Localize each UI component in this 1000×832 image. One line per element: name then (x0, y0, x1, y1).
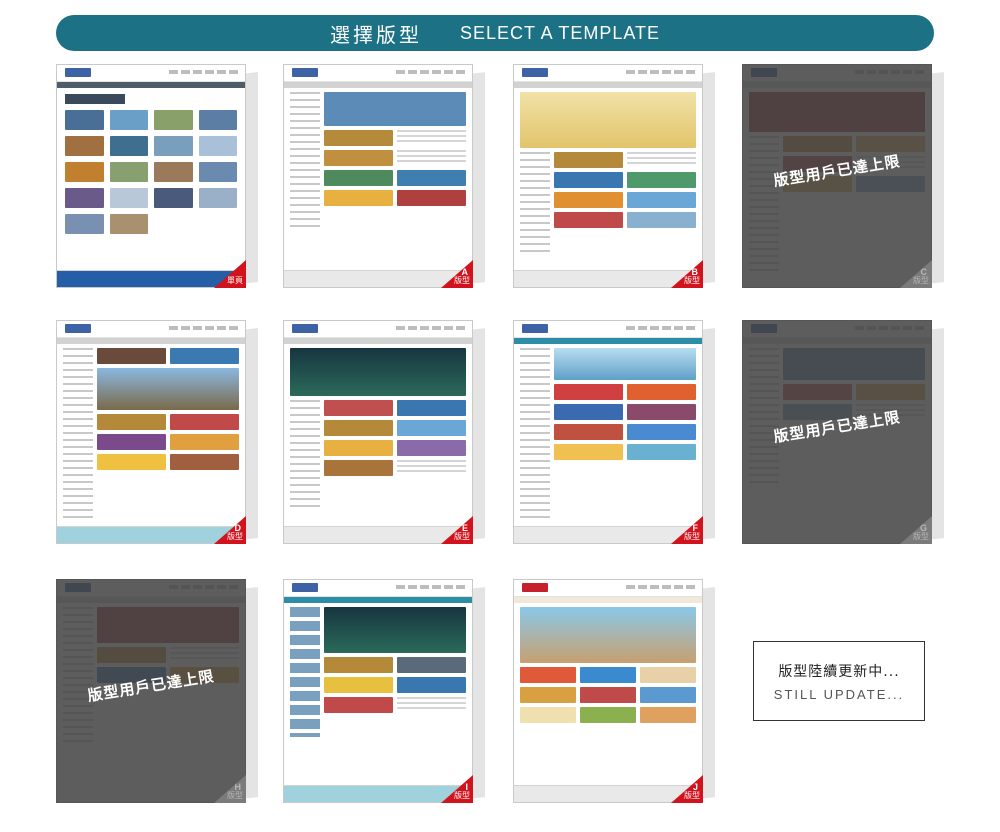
template-card-g: 版型用戶已達上限 G 版型 (742, 320, 944, 544)
template-preview (56, 64, 246, 288)
template-preview (283, 64, 473, 288)
template-preview (283, 579, 473, 803)
page-title-zh: 選擇版型 (329, 22, 422, 47)
template-card-d[interactable]: D 版型 (56, 320, 258, 544)
template-card-i[interactable]: I 版型 (283, 579, 485, 803)
template-card-b[interactable]: B 版型 (513, 64, 715, 288)
update-notice-en: STILL UPDATE... (773, 687, 905, 702)
update-notice-zh: 版型陸續更新中... (778, 664, 900, 680)
template-preview (513, 320, 703, 544)
limit-overlay: 版型用戶已達上限 (56, 579, 246, 803)
template-card-a[interactable]: A 版型 (283, 64, 485, 288)
template-card-e[interactable]: E 版型 (283, 320, 485, 544)
template-card-single[interactable]: 單頁 (56, 64, 258, 288)
limit-overlay: 版型用戶已達上限 (742, 320, 932, 544)
template-card-f[interactable]: F 版型 (513, 320, 715, 544)
limit-overlay: 版型用戶已達上限 (742, 64, 932, 288)
limit-text: 版型用戶已達上限 (86, 667, 216, 705)
template-preview (513, 64, 703, 288)
template-card-h: 版型用戶已達上限 H 版型 (56, 579, 258, 803)
update-notice: 版型陸續更新中... STILL UPDATE... (753, 641, 925, 721)
template-preview (513, 579, 703, 803)
template-preview (283, 320, 473, 544)
template-card-c: 版型用戶已達上限 C 版型 (742, 64, 944, 288)
limit-text: 版型用戶已達上限 (772, 152, 902, 190)
template-card-j[interactable]: J 版型 (513, 579, 715, 803)
page-title-en: SELECT A TEMPLATE (459, 22, 661, 43)
limit-text: 版型用戶已達上限 (772, 408, 902, 446)
header-bar: 選擇版型 SELECT A TEMPLATE (56, 15, 934, 51)
template-preview (56, 320, 246, 544)
